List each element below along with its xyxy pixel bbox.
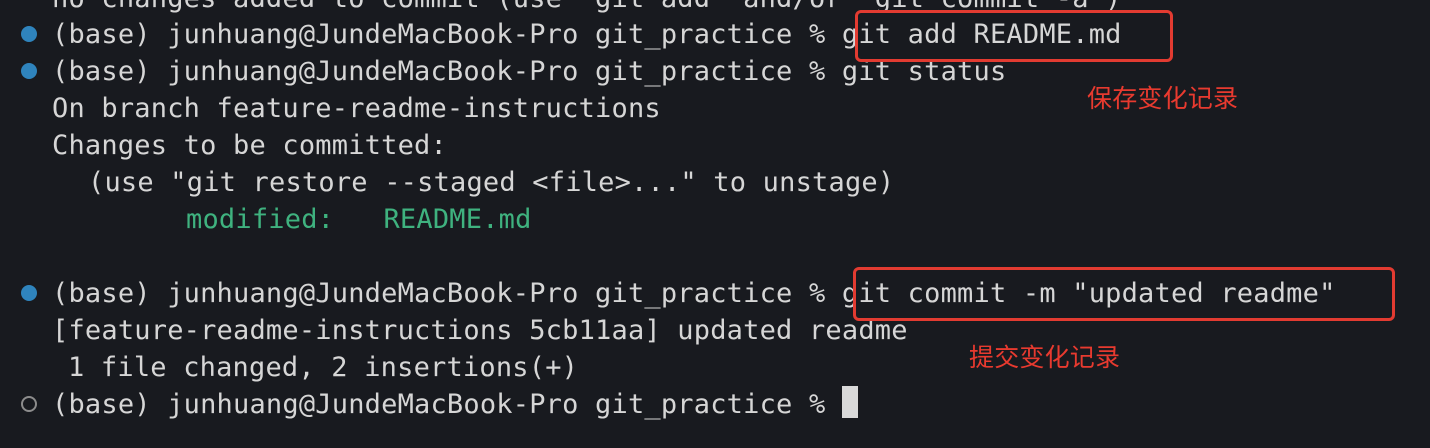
terminal-output-line: 1 file changed, 2 insertions(+) [68, 352, 579, 383]
terminal-output-line: Changes to be committed: [52, 130, 447, 161]
shell-prompt: (base) junhuang@JundeMacBook-Pro git_pra… [52, 278, 842, 309]
terminal-window[interactable]: no changes added to commit (use "git add… [0, 0, 1430, 448]
shell-prompt: (base) junhuang@JundeMacBook-Pro git_pra… [52, 56, 842, 87]
modified-filename: README.md [383, 204, 532, 235]
shell-prompt: (base) junhuang@JundeMacBook-Pro git_pra… [52, 19, 842, 50]
highlight-box-git-commit [853, 267, 1395, 321]
terminal-output-line: [feature-readme-instructions 5cb11aa] up… [52, 315, 908, 346]
terminal-input-line[interactable]: (base) junhuang@JundeMacBook-Pro git_pra… [52, 386, 858, 423]
cursor-icon [841, 386, 858, 418]
shell-prompt: (base) junhuang@JundeMacBook-Pro git_pra… [52, 389, 842, 420]
annotation-commit-changes: 提交变化记录 [969, 343, 1121, 372]
prompt-status-dot-icon [21, 26, 37, 42]
terminal-output-line: (use "git restore --staged <file>..." to… [88, 167, 895, 198]
highlight-box-git-add [855, 10, 1173, 62]
modified-label: modified: [186, 204, 384, 235]
annotation-save-changes: 保存变化记录 [1087, 84, 1239, 113]
current-prompt-dot-icon [21, 396, 37, 412]
terminal-output-line: On branch feature-readme-instructions [52, 93, 661, 124]
modified-file-line: modified: README.md [52, 201, 532, 238]
prompt-status-dot-icon [21, 285, 37, 301]
prompt-status-dot-icon [21, 63, 37, 79]
